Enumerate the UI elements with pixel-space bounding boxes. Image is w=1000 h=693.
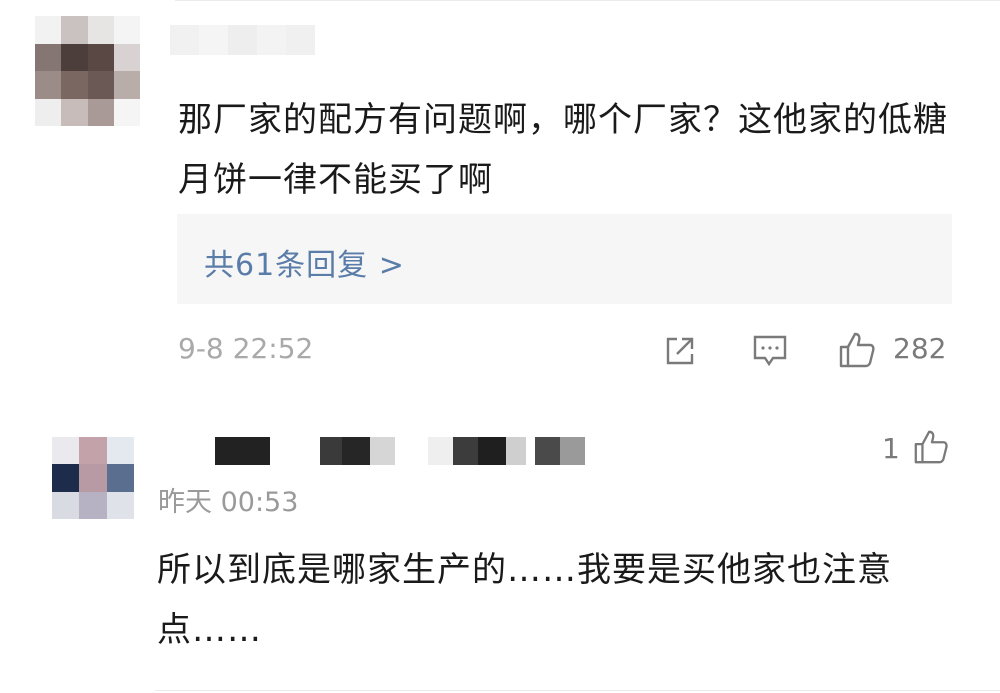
comment-item: 那厂家的配方有问题啊，哪个厂家？这他家的低糖月饼一律不能买了啊 共61条回复 >… bbox=[0, 0, 1000, 395]
comment-icon[interactable] bbox=[752, 334, 788, 368]
comment-timestamp: 昨天 00:53 bbox=[158, 487, 299, 518]
comment-text: 那厂家的配方有问题啊，哪个厂家？这他家的低糖月饼一律不能买了啊 bbox=[178, 100, 948, 200]
like-count: 282 bbox=[893, 332, 947, 365]
view-replies-link[interactable]: 共61条回复 > bbox=[204, 240, 405, 284]
thumbs-up-icon[interactable] bbox=[912, 428, 950, 466]
replies-panel[interactable]: 共61条回复 > bbox=[177, 214, 952, 304]
like-count: 1 bbox=[882, 432, 900, 465]
comment-text: 所以到底是哪家生产的……我要是买他家也注意点…… bbox=[157, 550, 892, 650]
bottom-divider bbox=[155, 690, 1000, 691]
comment-timestamp: 9-8 22:52 bbox=[178, 332, 314, 365]
username-censored[interactable] bbox=[170, 25, 315, 55]
username-censored[interactable] bbox=[170, 437, 590, 465]
avatar[interactable] bbox=[35, 16, 140, 126]
thumbs-up-icon[interactable] bbox=[837, 330, 877, 370]
comment-meta-row: 9-8 22:52 282 bbox=[0, 330, 1000, 370]
share-icon[interactable] bbox=[663, 334, 697, 368]
avatar[interactable] bbox=[52, 437, 134, 519]
